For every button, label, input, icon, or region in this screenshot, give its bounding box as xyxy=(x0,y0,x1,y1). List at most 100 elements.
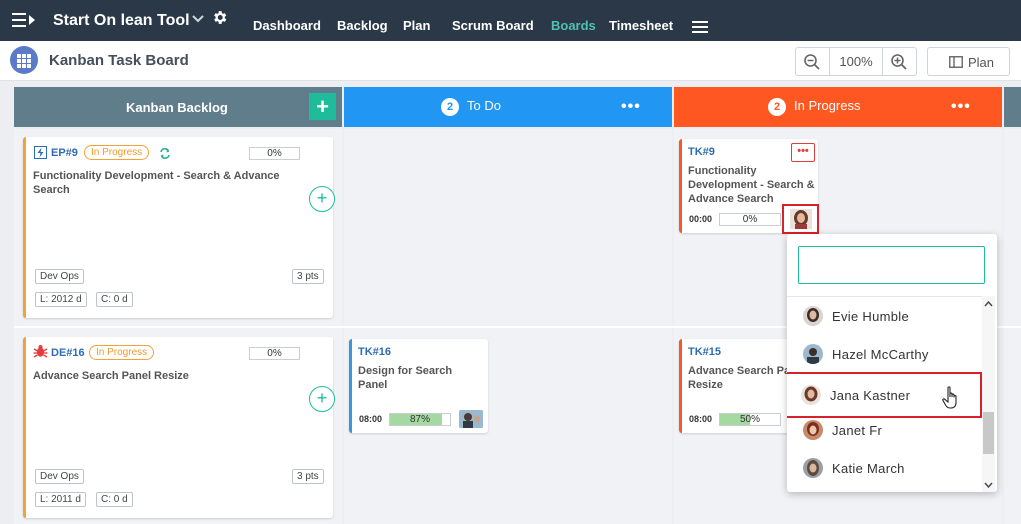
card-id[interactable]: EP#9 xyxy=(51,147,78,159)
chevron-down-icon[interactable] xyxy=(192,13,204,27)
team-tag: Dev Ops xyxy=(35,269,84,284)
status-badge: In Progress xyxy=(89,345,155,360)
avatar xyxy=(801,385,821,405)
app-title[interactable]: Start On lean Tool xyxy=(53,12,190,30)
assignee-option[interactable]: Hazel McCarthy xyxy=(787,335,982,373)
nav-plan[interactable]: Plan xyxy=(403,18,430,33)
todo-more-icon[interactable]: ••• xyxy=(621,98,641,116)
menu-toggle-icon[interactable] xyxy=(12,12,36,28)
status-badge: In Progress xyxy=(84,145,150,160)
plan-button[interactable]: Plan xyxy=(927,47,1010,76)
progress-value: 0% xyxy=(742,214,758,225)
column-header-backlog: Kanban Backlog xyxy=(14,87,342,127)
column-header-todo: 2 To Do ••• xyxy=(344,87,672,127)
hamburger-icon[interactable] xyxy=(692,21,708,33)
assignee-name: Evie Humble xyxy=(832,309,909,324)
page-title: Kanban Task Board xyxy=(49,52,189,69)
add-backlog-button[interactable]: + xyxy=(309,93,336,120)
progress-value: 0% xyxy=(267,348,282,359)
time-logged: 00:00 xyxy=(689,214,713,224)
progress-value: 87% xyxy=(409,414,430,425)
task-card[interactable]: TK#9 ••• Functionality Development - Sea… xyxy=(679,139,819,234)
scrollbar[interactable] xyxy=(982,296,995,492)
progress-bar: 0% xyxy=(249,147,300,160)
column-header-next xyxy=(1004,87,1021,127)
hand-cursor-icon xyxy=(942,386,957,409)
columns-icon xyxy=(949,56,963,68)
scroll-down-icon[interactable] xyxy=(984,482,993,488)
add-task-button[interactable]: + xyxy=(309,386,335,412)
scroll-up-icon[interactable] xyxy=(984,301,993,307)
avatar xyxy=(803,420,823,440)
epic-icon xyxy=(34,146,47,159)
assignee-name: Jana Kastner xyxy=(830,388,911,403)
nav-scrum-board[interactable]: Scrum Board xyxy=(452,18,534,33)
card-title: Functionality Development - Search & Adv… xyxy=(688,165,815,205)
assignee-avatar-button[interactable] xyxy=(782,204,819,234)
assignee-name: Janet Fr xyxy=(832,423,883,438)
board-header: Kanban Task Board 100% Plan xyxy=(0,41,1021,81)
column-title-backlog: Kanban Backlog xyxy=(126,100,228,115)
grid-icon xyxy=(10,46,38,74)
progress-value: 0% xyxy=(267,148,282,159)
progress-more-icon[interactable]: ••• xyxy=(951,98,971,116)
assignee-name: Hazel McCarthy xyxy=(832,347,929,362)
assignee-search-input[interactable] xyxy=(798,246,985,284)
card-title: Design for Search Panel xyxy=(358,365,453,391)
todo-count-badge: 2 xyxy=(441,98,459,116)
progress-value: 50% xyxy=(739,414,760,425)
zoom-level: 100% xyxy=(829,48,883,75)
avatar xyxy=(803,458,823,478)
zoom-in-icon[interactable] xyxy=(884,48,916,75)
assignee-dropdown: Evie Humble Hazel McCarthy Jana Kastner … xyxy=(787,234,997,492)
lead-time-badge: L: 2012 d xyxy=(35,292,87,307)
assignee-name: Katie March xyxy=(832,461,905,476)
card-id[interactable]: TK#16 xyxy=(358,346,391,358)
avatar xyxy=(803,306,823,326)
progress-bar: 87% xyxy=(389,413,451,426)
nav-dashboard[interactable]: Dashboard xyxy=(253,18,321,33)
add-task-button[interactable]: + xyxy=(309,186,335,212)
assignee-list: Evie Humble Hazel McCarthy Jana Kastner … xyxy=(787,296,982,492)
card-title: Advance Search Panel Resize xyxy=(33,370,189,382)
progress-bar: 50% xyxy=(719,413,781,426)
column-title-progress: In Progress xyxy=(794,98,861,113)
nav-timesheet[interactable]: Timesheet xyxy=(609,18,673,33)
assignee-option[interactable]: Janet Fr xyxy=(787,411,982,449)
scrollbar-thumb[interactable] xyxy=(983,412,994,454)
lead-time-badge: L: 2011 d xyxy=(35,492,86,507)
backlog-card[interactable]: EP#9 In Progress 0% Functionality Develo… xyxy=(23,137,335,318)
card-id[interactable]: TK#15 xyxy=(688,346,721,358)
time-logged: 08:00 xyxy=(689,414,713,424)
gear-icon[interactable] xyxy=(211,9,228,31)
backlog-card[interactable]: DE#16 In Progress 0% Advance Search Pane… xyxy=(23,337,335,518)
assignee-option[interactable]: Katie March xyxy=(787,449,982,487)
card-title: Functionality Development - Search & Adv… xyxy=(33,170,280,196)
points-badge: 3 pts xyxy=(292,269,324,284)
assignee-option[interactable]: Evie Humble xyxy=(787,297,982,335)
zoom-out-icon[interactable] xyxy=(796,48,828,75)
column-header-progress: 2 In Progress ••• xyxy=(674,87,1002,127)
zoom-control: 100% xyxy=(795,47,917,76)
card-id[interactable]: DE#16 xyxy=(51,347,85,359)
time-logged: 08:00 xyxy=(359,414,383,424)
cycle-time-badge: C: 0 d xyxy=(96,492,133,507)
sync-icon xyxy=(160,148,170,159)
team-tag: Dev Ops xyxy=(35,469,84,484)
task-card[interactable]: TK#16 Design for Search Panel 08:00 87% xyxy=(349,339,488,433)
progress-bar: 0% xyxy=(719,213,781,226)
nav-backlog[interactable]: Backlog xyxy=(337,18,388,33)
progress-bar: 0% xyxy=(249,347,300,360)
cycle-time-badge: C: 0 d xyxy=(96,292,133,307)
points-badge: 3 pts xyxy=(292,469,324,484)
avatar xyxy=(803,344,823,364)
card-more-icon[interactable]: ••• xyxy=(791,143,815,162)
assignee-avatar[interactable] xyxy=(459,410,483,428)
card-id[interactable]: TK#9 xyxy=(688,146,715,158)
progress-count-badge: 2 xyxy=(768,98,786,116)
bug-icon xyxy=(33,345,48,358)
column-title-todo: To Do xyxy=(467,98,501,113)
nav-boards[interactable]: Boards xyxy=(551,18,596,33)
plan-button-label: Plan xyxy=(968,55,995,70)
top-navbar: Start On lean Tool Dashboard Backlog Pla… xyxy=(0,0,1021,41)
